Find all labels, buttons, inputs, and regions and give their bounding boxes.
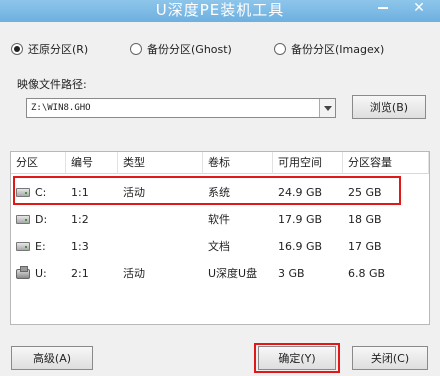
close-window-button[interactable]: ✕ — [404, 0, 434, 18]
label-cell: 系统 — [208, 186, 230, 199]
restore-partition-radio[interactable]: 还原分区(R) — [11, 40, 88, 58]
backup-ghost-radio[interactable]: 备份分区(Ghost) — [130, 40, 232, 58]
number-cell: 1:3 — [71, 240, 89, 253]
free-space-cell: 3 GB — [278, 267, 305, 280]
close-button[interactable]: 关闭(C) — [352, 346, 428, 370]
table-row[interactable]: E: 1:3 文档 16.9 GB 17 GB — [11, 233, 429, 260]
capacity-cell: 17 GB — [348, 240, 382, 253]
partition-cell: U: — [11, 260, 66, 287]
hard-drive-icon — [16, 188, 30, 197]
radio-unselected-icon — [130, 43, 142, 55]
dropdown-arrow-icon[interactable] — [319, 99, 335, 117]
type-cell — [118, 233, 203, 260]
table-row[interactable]: C: 1:1 活动 系统 24.9 GB 25 GB — [11, 179, 429, 206]
type-cell: 活动 — [123, 186, 145, 199]
partition-letter: U: — [35, 267, 47, 280]
browse-button[interactable]: 浏览(B) — [352, 95, 426, 119]
radio-unselected-icon — [274, 43, 286, 55]
partition-table: 分区 编号 类型 卷标 可用空间 分区容量 C: 1:1 活动 系统 24.9 … — [10, 151, 430, 325]
capacity-cell: 6.8 GB — [348, 267, 386, 280]
free-space-cell: 17.9 GB — [278, 213, 323, 226]
column-header[interactable]: 分区 — [11, 152, 66, 174]
partition-cell: D: — [11, 206, 66, 233]
free-space-cell: 24.9 GB — [278, 186, 323, 199]
label-cell: U深度U盘 — [208, 267, 258, 280]
radio-selected-icon — [11, 43, 23, 55]
image-path-value: Z:\WIN8.GHO — [31, 103, 91, 113]
column-header[interactable]: 卷标 — [203, 152, 273, 174]
label-cell: 软件 — [208, 213, 230, 226]
number-cell: 2:1 — [71, 267, 89, 280]
number-cell: 1:2 — [71, 213, 89, 226]
mode-radio-group: 还原分区(R) 备份分区(Ghost) 备份分区(Imagex) — [0, 40, 440, 58]
number-cell: 1:1 — [71, 186, 89, 199]
table-header: 分区 编号 类型 卷标 可用空间 分区容量 — [11, 152, 429, 174]
minimize-icon — [378, 7, 388, 9]
hard-drive-icon — [16, 215, 30, 224]
type-cell — [118, 206, 203, 233]
type-cell: 活动 — [123, 267, 145, 280]
partition-cell: C: — [11, 179, 66, 206]
backup-imagex-radio[interactable]: 备份分区(Imagex) — [274, 40, 384, 58]
radio-label: 备份分区(Ghost) — [147, 43, 232, 56]
partition-letter: D: — [35, 213, 48, 226]
minimize-button[interactable] — [370, 0, 396, 18]
image-path-combobox[interactable]: Z:\WIN8.GHO — [26, 98, 336, 118]
table-row[interactable]: U: 2:1 活动 U深度U盘 3 GB 6.8 GB — [11, 260, 429, 287]
hard-drive-icon — [16, 242, 30, 251]
partition-cell: E: — [11, 233, 66, 260]
partition-letter: E: — [35, 240, 46, 253]
column-header[interactable]: 编号 — [66, 152, 118, 174]
free-space-cell: 16.9 GB — [278, 240, 323, 253]
column-header[interactable]: 类型 — [118, 152, 203, 174]
column-header[interactable]: 可用空间 — [273, 152, 343, 174]
capacity-cell: 18 GB — [348, 213, 382, 226]
title-bar: U深度PE装机工具 ✕ — [0, 0, 440, 22]
image-path-label: 映像文件路径: — [17, 78, 87, 91]
ok-button[interactable]: 确定(Y) — [258, 346, 336, 370]
label-cell: 文档 — [208, 240, 230, 253]
usb-drive-icon — [16, 265, 30, 279]
capacity-cell: 25 GB — [348, 186, 382, 199]
partition-letter: C: — [35, 186, 47, 199]
column-header[interactable]: 分区容量 — [343, 152, 429, 174]
radio-label: 备份分区(Imagex) — [291, 43, 385, 56]
table-row[interactable]: D: 1:2 软件 17.9 GB 18 GB — [11, 206, 429, 233]
radio-label: 还原分区(R) — [28, 43, 89, 56]
advanced-button[interactable]: 高级(A) — [11, 346, 93, 370]
